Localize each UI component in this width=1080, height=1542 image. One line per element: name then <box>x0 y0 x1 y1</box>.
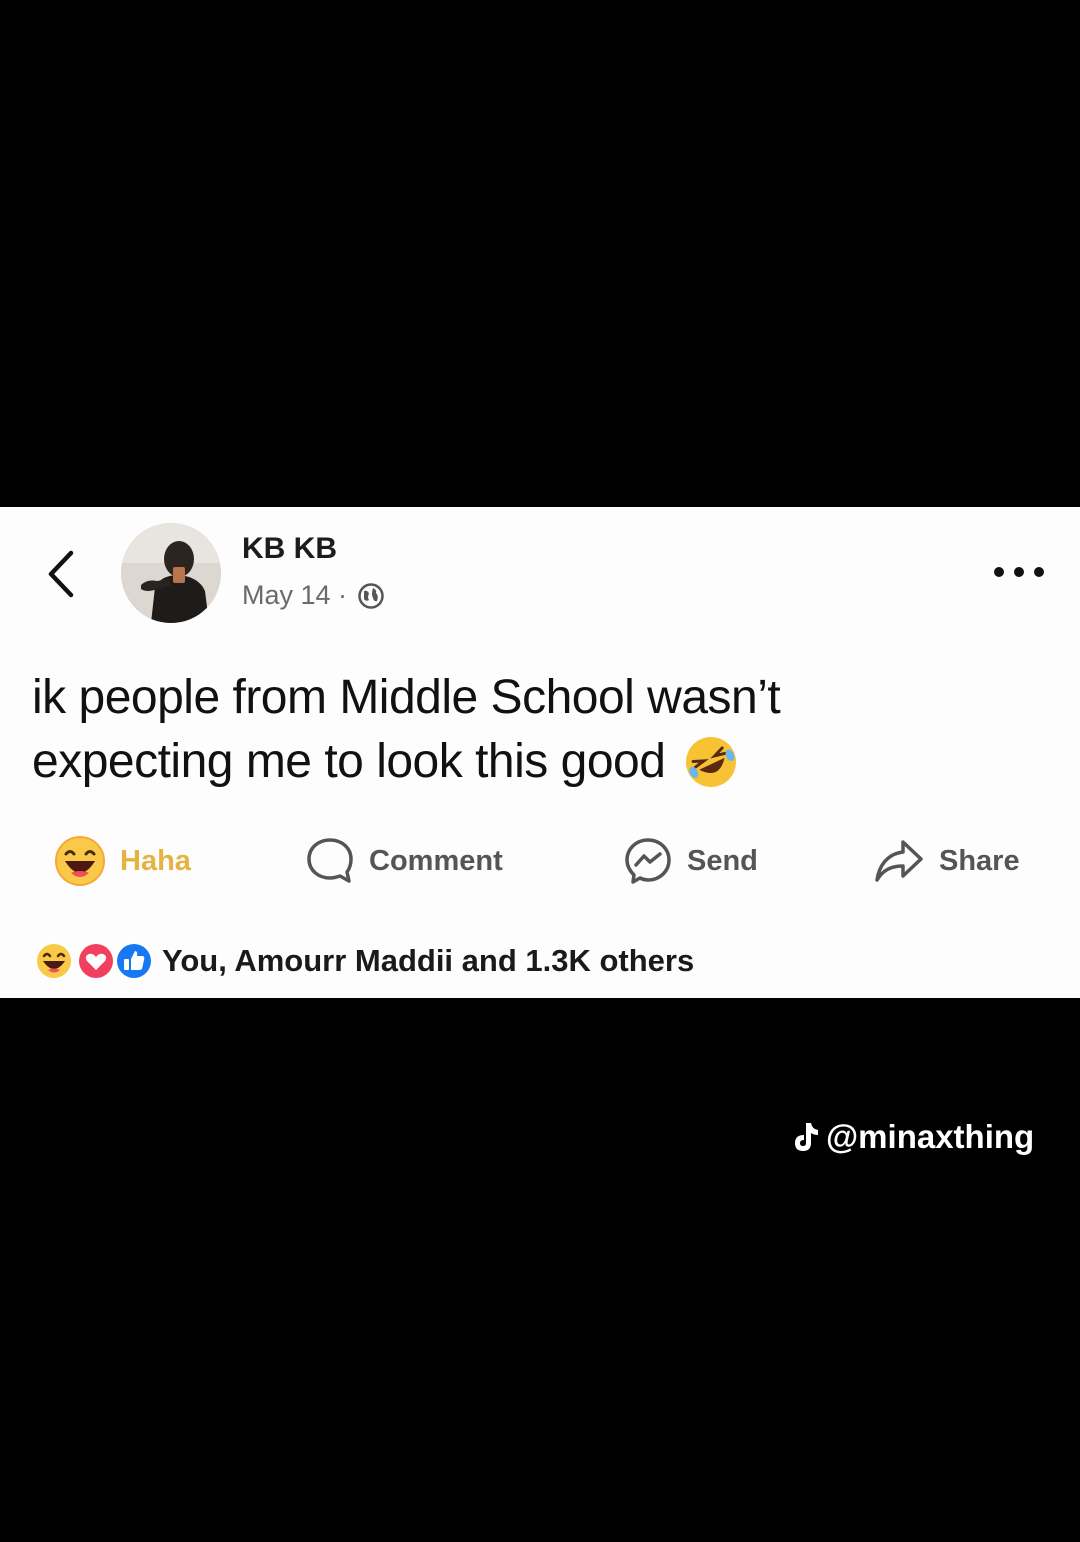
haha-icon <box>35 942 73 980</box>
chevron-left-icon <box>48 550 74 598</box>
reaction-summary-text: You, Amourr Maddii and 1.3K others <box>162 943 695 978</box>
comment-label: Comment <box>369 844 503 877</box>
post-text-line: expecting me to look this good <box>32 735 666 788</box>
tiktok-watermark: @minaxthing <box>790 1118 1034 1156</box>
share-button[interactable]: Share <box>873 830 1020 892</box>
rofl-emoji-icon <box>686 737 737 787</box>
comment-icon <box>307 838 353 883</box>
tiktok-icon <box>795 1123 818 1151</box>
avatar-photo <box>121 523 221 623</box>
comment-button[interactable]: Comment <box>305 830 503 892</box>
love-icon <box>77 942 115 980</box>
author-name[interactable]: KB KB <box>242 532 337 566</box>
share-label: Share <box>939 844 1020 877</box>
more-dot-icon <box>1034 567 1044 577</box>
more-dot-icon <box>994 567 1004 577</box>
reaction-icons <box>30 939 153 983</box>
action-bar: Haha Comment Send Share <box>0 830 1080 892</box>
send-label: Send <box>687 844 758 877</box>
back-button[interactable] <box>40 546 80 602</box>
reaction-summary[interactable]: You, Amourr Maddii and 1.3K others <box>30 938 694 984</box>
tiktok-handle: @minaxthing <box>826 1118 1035 1155</box>
more-dot-icon <box>1014 567 1024 577</box>
like-icon <box>115 942 153 980</box>
post-text: ik people from Middle School wasn’t expe… <box>32 666 1032 794</box>
post-meta: May 14 · <box>242 580 385 611</box>
messenger-icon <box>625 838 671 884</box>
share-icon <box>875 840 923 882</box>
haha-label: Haha <box>120 844 191 877</box>
post-text-line: ik people from Middle School wasn’t <box>32 671 781 724</box>
more-options-button[interactable] <box>994 560 1044 584</box>
post-date: May 14 · <box>242 580 348 610</box>
send-button[interactable]: Send <box>623 830 758 892</box>
haha-button[interactable]: Haha <box>54 830 191 892</box>
haha-icon <box>55 836 105 886</box>
globe-icon <box>358 582 384 609</box>
avatar[interactable] <box>121 523 221 623</box>
